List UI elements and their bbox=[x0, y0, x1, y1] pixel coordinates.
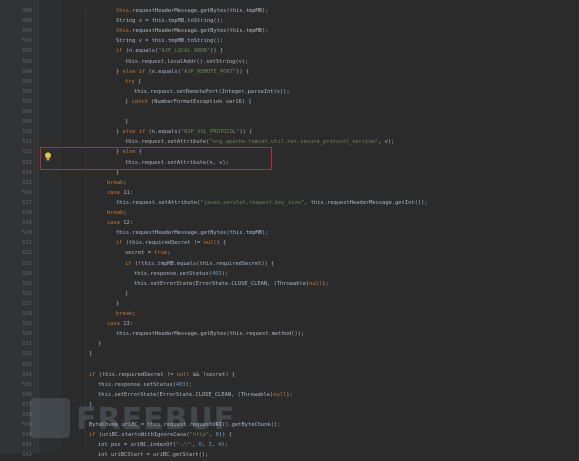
code-token: null bbox=[176, 371, 190, 378]
code-token: } bbox=[89, 351, 93, 358]
code-token: (!this.tmpMB.equals(this.requiredSecret)… bbox=[131, 260, 275, 267]
code-line[interactable]: 542 int uriBCStart = uriBC.getStart(); bbox=[0, 450, 579, 461]
code-token: case bbox=[107, 220, 120, 227]
code-token: ; bbox=[167, 250, 171, 257]
code-token: ; bbox=[132, 311, 136, 317]
code-token: (n.equals( bbox=[122, 48, 159, 55]
lightbulb-icon[interactable] bbox=[44, 152, 52, 161]
code-token: 403 bbox=[211, 270, 222, 277]
code-token: "org.apache.tomcat.util.net.secure_proto… bbox=[209, 139, 379, 146]
watermark: FREEBUF bbox=[2, 392, 234, 450]
code-token: { bbox=[134, 78, 142, 85]
code-token: try bbox=[125, 78, 135, 85]
code-token: , this.requestHeaderMessage.getInt()); bbox=[304, 199, 428, 206]
code-token: this.requestHeaderMessage.getBytes(this.… bbox=[116, 230, 269, 237]
code-token: this.setErrorState(ErrorState.CLOSE_CLEA… bbox=[134, 280, 310, 287]
code-token: int uriBCStart = uriBC.getStart(); bbox=[98, 452, 209, 459]
code-token: this.response.setStatus( bbox=[134, 270, 212, 277]
code-token: this.requestHeaderMessage.getBytes(this.… bbox=[116, 331, 305, 338]
code-token: String v = this.tmpMB.toString(); bbox=[116, 18, 224, 25]
highlight-box bbox=[40, 147, 272, 170]
code-token: 13: bbox=[119, 321, 133, 328]
code-token: (this.requiredSecret != bbox=[95, 371, 177, 378]
code-token: this.request.localAddr().setString(v); bbox=[125, 58, 249, 65]
code-token: (n.equals( bbox=[145, 68, 181, 75]
code-token: "javax.servlet.request.key_size" bbox=[200, 199, 305, 206]
code-text: int uriBCStart = uriBC.getStart(); bbox=[98, 450, 208, 461]
code-token: } bbox=[116, 169, 120, 176]
code-token: null bbox=[273, 391, 287, 398]
code-token: ; bbox=[123, 210, 127, 216]
code-token: this.request.setAttribute( bbox=[125, 139, 210, 146]
code-token: 11: bbox=[119, 189, 133, 196]
code-token: )) { bbox=[210, 48, 224, 55]
code-token: null bbox=[309, 280, 323, 287]
code-token: ); bbox=[322, 280, 329, 287]
watermark-text: FREEBUF bbox=[76, 402, 236, 437]
watermark-logo bbox=[30, 398, 70, 438]
code-token: "AJP_REMOTE_PORT" bbox=[180, 68, 237, 75]
code-token: catch bbox=[131, 98, 148, 105]
code-token: this bbox=[116, 28, 129, 35]
code-token: this bbox=[116, 8, 129, 14]
code-token: (n.equals( bbox=[145, 129, 181, 136]
code-token: case bbox=[107, 321, 120, 328]
code-token: (NumberFormatException var16) { bbox=[147, 98, 252, 105]
code-token: break bbox=[107, 210, 124, 216]
code-token: else if bbox=[122, 68, 146, 75]
code-token: ; bbox=[123, 179, 127, 186]
code-token: case bbox=[107, 189, 120, 196]
code-token: ); bbox=[286, 391, 293, 398]
code-token: secret = bbox=[125, 250, 155, 257]
code-token: ); bbox=[221, 270, 229, 277]
code-token: break bbox=[116, 311, 133, 317]
code-token: "AJP_LOCAL_ADDR" bbox=[158, 48, 211, 55]
code-token: ); bbox=[185, 381, 193, 388]
line-number: 542 bbox=[22, 452, 32, 459]
code-token: , v); bbox=[378, 139, 395, 146]
code-token: } bbox=[116, 300, 120, 307]
code-token: ); bbox=[221, 442, 228, 449]
code-token: (this.requiredSecret != bbox=[122, 240, 204, 247]
code-token: 12: bbox=[119, 220, 133, 227]
code-editor[interactable]: 498 this.requestHeaderMessage.getBytes(th… bbox=[0, 0, 579, 458]
code-token: true bbox=[154, 250, 168, 257]
code-token: null bbox=[203, 240, 217, 247]
code-token: } bbox=[125, 119, 129, 126]
code-token: 403 bbox=[175, 381, 186, 388]
code-token: ) { bbox=[216, 240, 227, 247]
code-token: this.request.setAttribute( bbox=[116, 199, 201, 206]
code-token: )) { bbox=[236, 68, 250, 75]
code-token: else if bbox=[122, 129, 146, 136]
code-token: "AJP_SSL_PROTOCOL" bbox=[180, 129, 240, 136]
code-token: .requestHeaderMessage.getBytes(this.tmpM… bbox=[128, 8, 269, 14]
code-token: && !secret) { bbox=[189, 371, 236, 378]
code-token: } bbox=[125, 290, 129, 297]
code-token: this.response.setStatus( bbox=[98, 381, 176, 388]
code-token: String v = this.tmpMB.toString(); bbox=[116, 38, 224, 45]
code-token: this.request.setRemotePort(Integer.parse… bbox=[134, 88, 290, 95]
code-token: break bbox=[107, 179, 124, 186]
code-token: )) { bbox=[239, 129, 253, 136]
code-token: .requestHeaderMessage.getBytes(this.tmpM… bbox=[128, 28, 269, 35]
code-token: } bbox=[98, 341, 102, 348]
